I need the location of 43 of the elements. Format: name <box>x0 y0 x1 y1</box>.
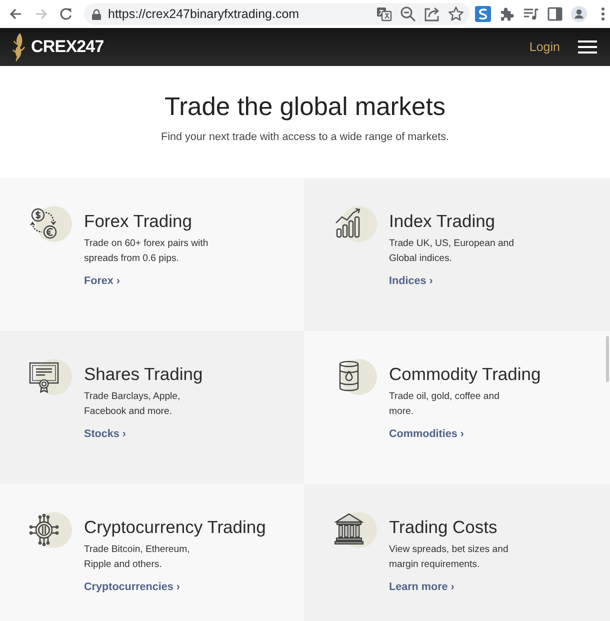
hero-subtitle: Find your next trade with access to a wide range of markets. <box>160 130 450 144</box>
market-link[interactable]: Commodities › <box>389 427 464 441</box>
market-link[interactable]: Indices › <box>389 274 433 288</box>
market-description: Trade Barclays, Apple, Facebook and more. <box>84 390 180 419</box>
zoom-out-icon[interactable] <box>400 6 416 22</box>
market-title: Index Trading <box>389 210 496 232</box>
url-text: https://crex247binaryfxtrading.com <box>108 7 300 21</box>
market-title: Cryptocurrency Trading <box>84 516 266 538</box>
bank-building-icon <box>333 510 377 550</box>
translate-icon[interactable] <box>376 6 392 22</box>
more-menu-icon[interactable] <box>601 7 605 21</box>
market-link[interactable]: Learn more › <box>389 580 454 594</box>
media-controls-icon[interactable] <box>523 6 539 22</box>
star-icon[interactable] <box>448 6 464 22</box>
side-panel-icon[interactable] <box>547 6 563 22</box>
profile-avatar-icon[interactable] <box>571 6 587 22</box>
hero-title: Trade the global markets <box>164 92 446 122</box>
menu-icon[interactable] <box>578 40 597 54</box>
address-bar[interactable]: https://crex247binaryfxtrading.com <box>84 3 470 25</box>
market-link[interactable]: Cryptocurrencies › <box>84 580 180 594</box>
scrollbar-thumb[interactable] <box>606 336 609 382</box>
certificate-icon <box>28 357 72 397</box>
market-description: Trade on 60+ forex pairs with spreads from 0.6 pips. <box>84 237 208 266</box>
lock-icon[interactable] <box>92 8 101 20</box>
market-title: Commodity Trading <box>389 363 541 385</box>
login-link[interactable]: Login <box>529 40 560 54</box>
market-description: Trade Bitcoin, Ethereum, Ripple and others. <box>84 543 190 572</box>
market-description: Trade oil, gold, coffee and more. <box>389 390 500 419</box>
market-description: View spreads, bet sizes and margin requirements. <box>389 543 508 572</box>
market-title: Shares Trading <box>84 363 203 385</box>
logo-wordmark[interactable]: CREX247 <box>31 37 104 57</box>
extension-logo-icon[interactable] <box>475 6 491 22</box>
market-link[interactable]: Stocks › <box>84 427 126 441</box>
share-icon[interactable] <box>424 6 440 22</box>
market-title: Forex Trading <box>84 210 192 232</box>
puzzle-icon[interactable] <box>499 6 515 22</box>
currency-exchange-icon <box>28 204 72 244</box>
market-title: Trading Costs <box>389 516 498 538</box>
market-description: Trade UK, US, European and Global indices. <box>389 237 514 266</box>
circuit-coin-icon <box>28 510 72 550</box>
leaf-logo-icon[interactable] <box>12 32 26 62</box>
bar-chart-icon <box>333 204 377 244</box>
market-link[interactable]: Forex › <box>84 274 120 288</box>
